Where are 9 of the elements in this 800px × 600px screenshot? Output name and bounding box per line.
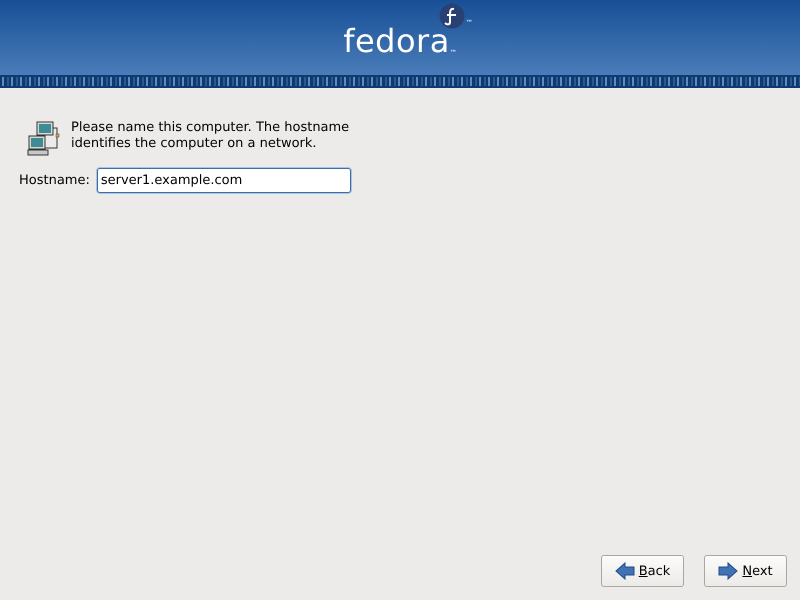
left-arrow-icon xyxy=(614,562,635,580)
logo-text: fedora xyxy=(343,24,450,56)
hostname-field[interactable]: server1.example.com xyxy=(96,168,351,193)
hostname-label: Hostname: xyxy=(19,173,90,188)
fedora-logo-icon xyxy=(438,2,465,28)
right-arrow-icon xyxy=(718,562,738,580)
back-button[interactable]: Back xyxy=(601,555,684,587)
next-button[interactable]: Next xyxy=(704,555,787,587)
intro-text: Please name this computer. The hostname identifies the computer on a network. xyxy=(71,120,350,152)
